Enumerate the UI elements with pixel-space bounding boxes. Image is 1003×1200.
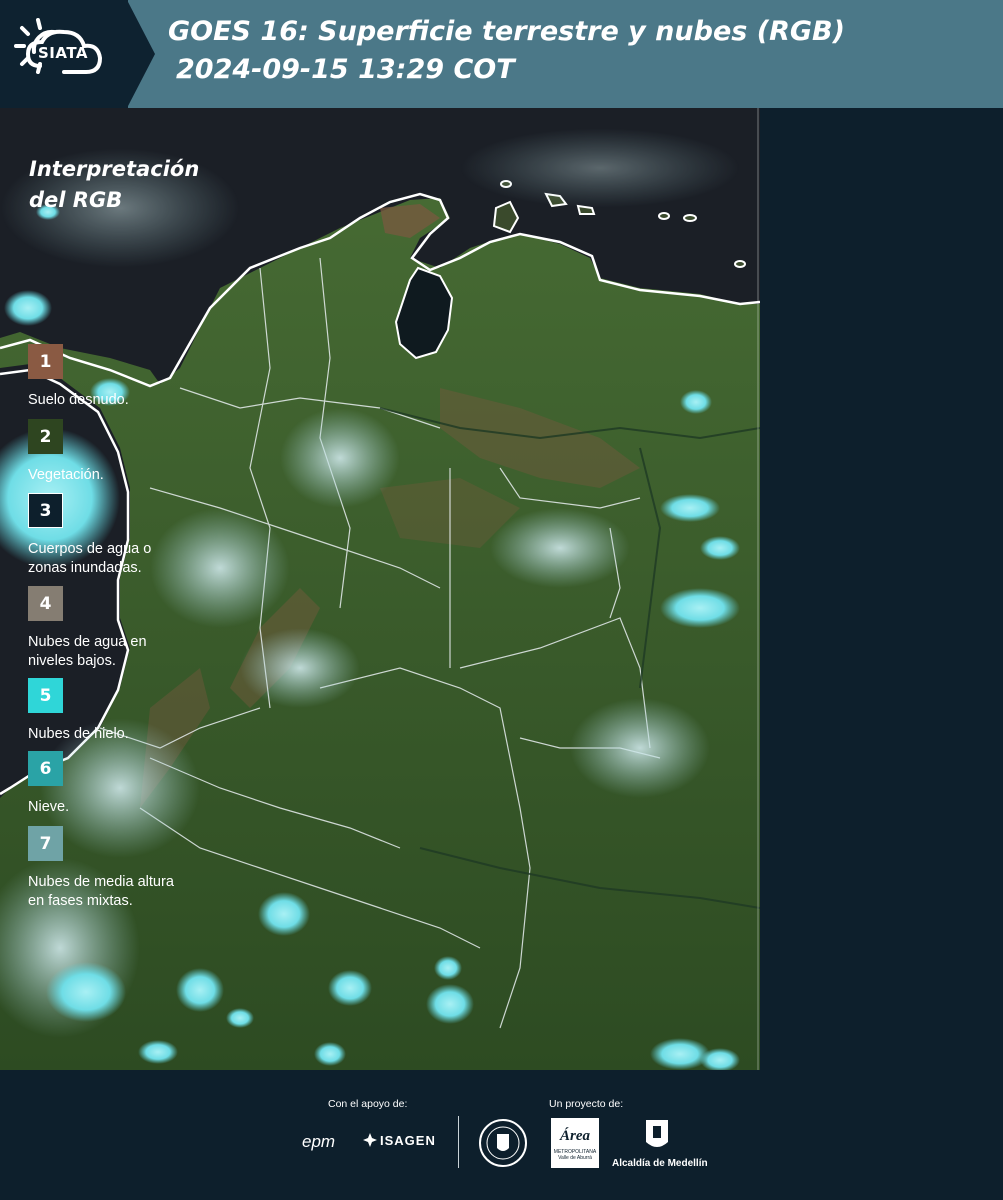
logo-block: SIATA	[0, 0, 128, 108]
support-label: Con el apoyo de:	[328, 1098, 408, 1110]
page-timestamp: 2024-09-15 13:29 COT	[176, 54, 515, 85]
legend-label: Nubes de hielo.	[28, 726, 129, 742]
legend-item-7: 7 Nubes de media altura en fases mixtas.	[28, 826, 233, 911]
isagen-logo: ISAGEN	[362, 1132, 436, 1148]
legend-title: Interpretación del RGB	[29, 154, 229, 216]
logo-arrow	[127, 0, 155, 108]
legend-swatch: 3	[28, 493, 63, 528]
legend-swatch: 2	[28, 419, 63, 454]
legend-item-4: 4 Nubes de agua en niveles bajos.	[28, 586, 233, 671]
epm-logo: epm	[302, 1132, 336, 1151]
legend-label: Nubes de agua en niveles bajos.	[28, 634, 147, 669]
legend-label: Nieve.	[28, 799, 70, 815]
legend-label: Cuerpos de agua o zonas inundadas.	[28, 541, 152, 576]
header-bar: SIATA GOES 16: Superficie terrestre y nu…	[0, 0, 1003, 108]
university-seal-icon	[479, 1119, 527, 1167]
legend-title-line2: del RGB	[29, 188, 123, 212]
project-label: Un proyecto de:	[549, 1098, 624, 1110]
legend-item-2: 2 Vegetación.	[28, 419, 233, 485]
legend-item-5: 5 Nubes de hielo.	[28, 678, 233, 744]
legend-title-line1: Interpretación	[29, 157, 200, 181]
legend-item-6: 6 Nieve.	[28, 751, 233, 817]
legend-swatch: 5	[28, 678, 63, 713]
footer-divider	[458, 1116, 459, 1168]
area-metropolitana-logo-icon: Área METROPOLITANA Valle de Aburrá	[551, 1118, 599, 1168]
footer: Con el apoyo de: Un proyecto de: epm ISA…	[0, 1070, 1003, 1200]
legend-item-1: 1 Suelo desnudo.	[28, 344, 233, 410]
logo-text: SIATA	[38, 44, 89, 62]
legend-swatch: 1	[28, 344, 63, 379]
legend-label: Nubes de media altura en fases mixtas.	[28, 874, 174, 909]
alcaldia-shield-icon	[646, 1120, 668, 1147]
legend-label: Suelo desnudo.	[28, 392, 129, 408]
legend-item-3: 3 Cuerpos de agua o zonas inundadas.	[28, 493, 233, 578]
legend-panel	[760, 108, 1003, 1070]
legend-swatch: 7	[28, 826, 63, 861]
isagen-icon	[363, 1133, 377, 1147]
page-title: GOES 16: Superficie terrestre y nubes (R…	[168, 16, 845, 47]
legend-swatch: 6	[28, 751, 63, 786]
legend-label: Vegetación.	[28, 467, 104, 483]
alcaldia-logo-text: Alcaldía de Medellín	[612, 1158, 708, 1169]
legend-swatch: 4	[28, 586, 63, 621]
